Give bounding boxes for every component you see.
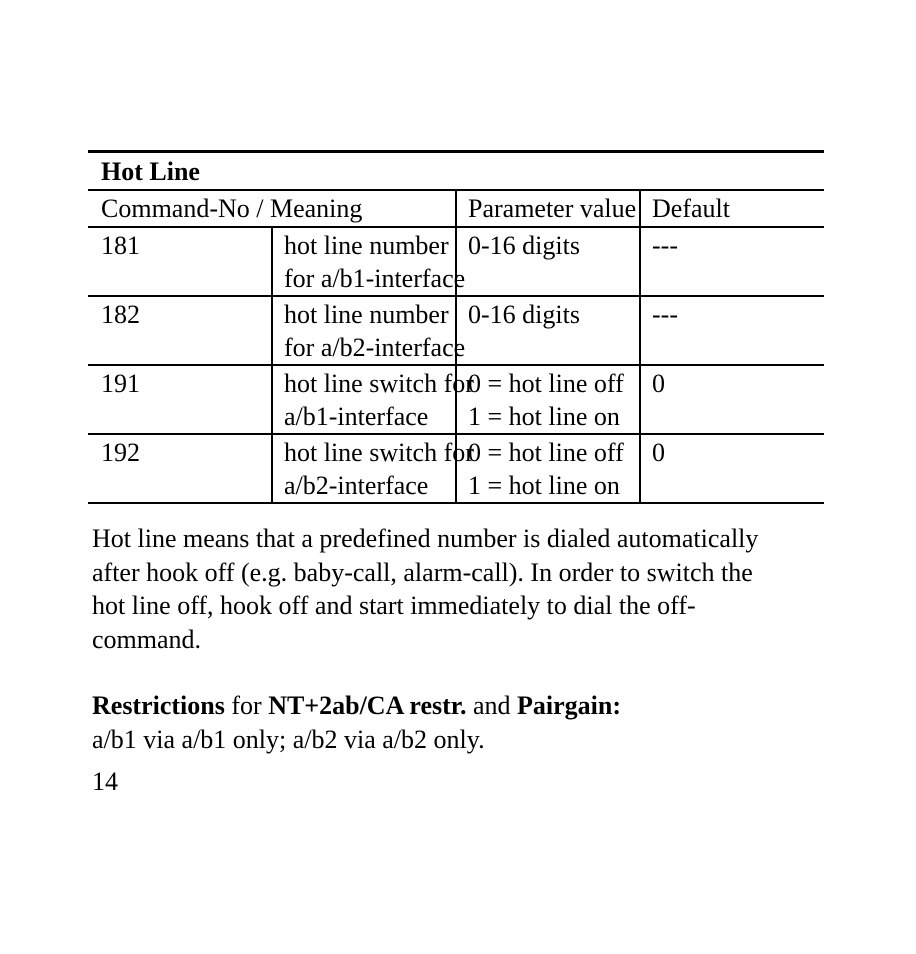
restrictions-for-text: for (224, 691, 269, 720)
header-parameter-value: Parameter value (456, 189, 641, 228)
command-number: 191 (88, 364, 273, 435)
default-value: 0 (640, 433, 824, 504)
command-meaning: hot line number for a/b2-interface (272, 295, 466, 366)
command-meaning: hot line number for a/b1-interface (272, 226, 466, 297)
meaning-line: hot line number (284, 231, 449, 260)
description-line: hot line off, hook off and start immedia… (92, 591, 696, 620)
header-default: Default (640, 189, 824, 228)
meaning-line: hot line number (284, 300, 449, 329)
default-value: 0 (640, 364, 824, 435)
command-number: 182 (88, 295, 273, 366)
parameter-value: 0-16 digits (456, 295, 641, 366)
page-number: 14 (92, 767, 118, 796)
restrictions-detail: a/b1 via a/b1 only; a/b2 via a/b2 only. (92, 724, 485, 754)
meaning-line: hot line switch for (284, 438, 474, 467)
command-meaning: hot line switch for a/b2-interface (272, 433, 474, 504)
parameter-line: 0-16 digits (468, 300, 580, 329)
table-title: Hot Line (88, 150, 824, 191)
description-line: command. (92, 624, 202, 654)
parameter-line: 0 = hot line off (468, 369, 624, 398)
parameter-line: 1 = hot line on (468, 402, 620, 431)
table-row: 191 hot line switch for a/b1-interface 0… (88, 364, 824, 435)
table-header-row: Command-No / Meaning Parameter value Def… (88, 189, 824, 228)
restrictions-product: NT+2ab/CA restr. (268, 691, 467, 720)
command-meaning: hot line switch for a/b1-interface (272, 364, 474, 435)
table-row: 192 hot line switch for a/b2-interface 0… (88, 433, 824, 504)
description-line: after hook off (e.g. baby-call, alarm-ca… (92, 557, 753, 587)
parameter-line: 0 = hot line off (468, 438, 624, 467)
meaning-line: a/b2-interface (284, 471, 429, 500)
table-title-row: Hot Line (88, 150, 824, 191)
parameter-value: 0 = hot line off 1 = hot line on (456, 433, 641, 504)
default-value: --- (640, 226, 824, 297)
restrictions-and-text: and (466, 691, 518, 720)
restrictions-product2: Pairgain: (517, 691, 622, 720)
description-paragraph: Hot line means that a predefined number … (92, 522, 852, 656)
command-number: 192 (88, 433, 273, 504)
parameter-line: 0-16 digits (468, 231, 580, 260)
meaning-line: for a/b1-interface (284, 264, 466, 293)
meaning-line: a/b1-interface (284, 402, 429, 431)
description-line: Hot line means that a predefined number … (92, 524, 759, 553)
command-number: 181 (88, 226, 273, 297)
default-value: --- (640, 295, 824, 366)
parameter-value: 0-16 digits (456, 226, 641, 297)
meaning-line: hot line switch for (284, 369, 474, 398)
header-command-meaning: Command-No / Meaning (88, 189, 457, 228)
restrictions-heading-line: Restrictions for NT+2ab/CA restr. and Pa… (92, 689, 852, 723)
restrictions-label: Restrictions (92, 691, 225, 720)
restrictions-paragraph: Restrictions for NT+2ab/CA restr. and Pa… (92, 689, 852, 756)
table-row: 182 hot line number for a/b2-interface 0… (88, 295, 824, 366)
hot-line-table: Hot Line Command-No / Meaning Parameter … (88, 150, 824, 504)
table-row: 181 hot line number for a/b1-interface 0… (88, 226, 824, 297)
meaning-line: for a/b2-interface (284, 333, 466, 362)
parameter-line: 1 = hot line on (468, 471, 620, 500)
parameter-value: 0 = hot line off 1 = hot line on (456, 364, 641, 435)
